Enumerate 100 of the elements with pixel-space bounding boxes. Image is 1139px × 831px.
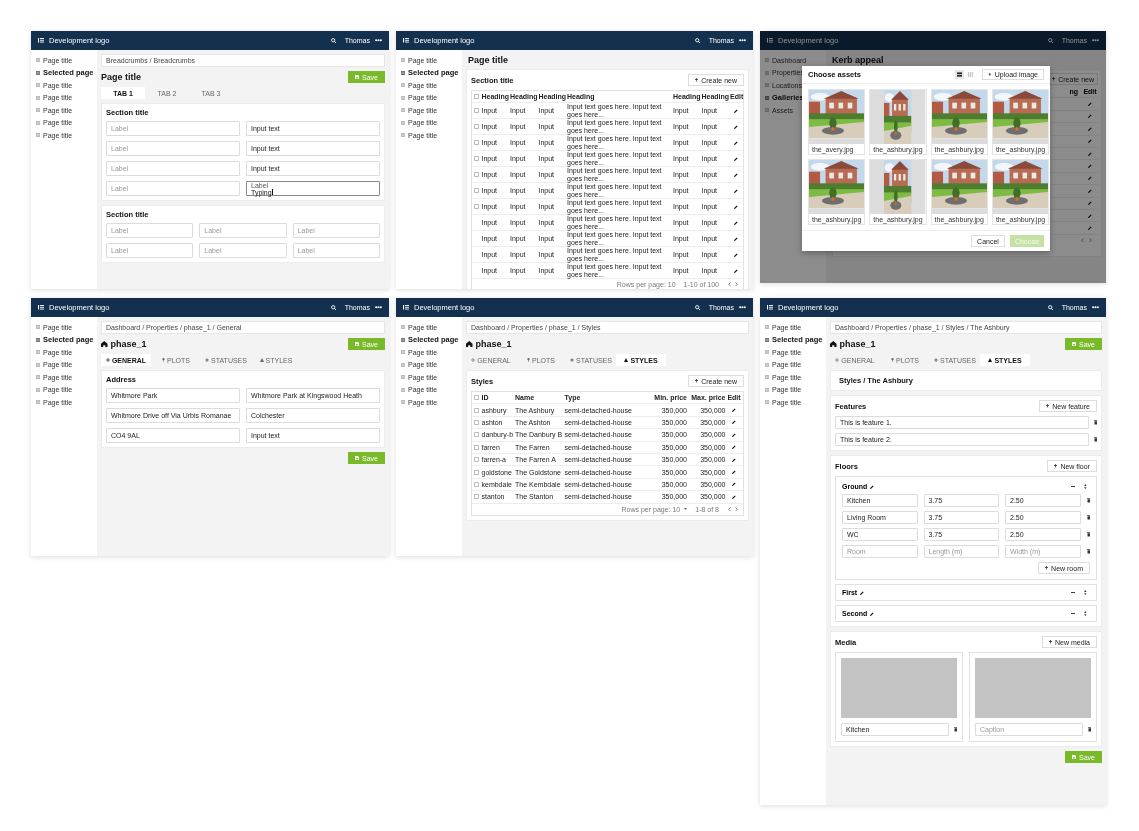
row-checkbox[interactable] [474,204,479,209]
pencil-icon[interactable] [1088,114,1092,119]
pencil-icon[interactable] [733,252,738,257]
trash-icon[interactable] [1087,727,1091,732]
pencil-icon[interactable] [1088,139,1092,144]
row-checkbox[interactable] [474,432,479,438]
pencil-icon[interactable] [1088,188,1092,193]
trash-icon[interactable] [1093,420,1097,425]
select-all-checkbox[interactable] [474,395,479,401]
pencil-icon[interactable] [733,124,738,129]
pencil-icon[interactable] [1088,102,1092,107]
search-icon[interactable] [695,37,701,44]
pencil-icon[interactable] [733,220,738,225]
more-icon[interactable] [375,39,382,42]
pencil-icon[interactable] [870,484,875,489]
row-checkbox[interactable] [474,156,479,161]
more-icon[interactable] [739,39,746,42]
pencil-icon[interactable] [732,457,736,462]
trash-icon[interactable] [1086,549,1090,554]
search-icon[interactable] [331,304,337,311]
trash-icon[interactable] [1086,532,1090,537]
pencil-icon[interactable] [733,108,738,113]
search-icon[interactable] [1048,304,1054,311]
menu-icon[interactable] [403,305,409,310]
pencil-icon[interactable] [732,445,736,450]
pencil-icon[interactable] [733,188,738,193]
row-checkbox[interactable] [474,188,479,193]
page-icon [765,337,769,342]
pencil-icon[interactable] [733,236,738,241]
more-icon[interactable] [1092,39,1099,42]
pencil-icon[interactable] [732,408,736,413]
chevron-right-icon[interactable] [735,282,738,287]
pencil-icon[interactable] [732,470,736,475]
row-checkbox[interactable] [474,108,479,113]
sort-icon[interactable] [1084,484,1087,489]
pencil-icon[interactable] [1088,151,1092,156]
page-icon [36,387,40,392]
pencil-icon[interactable] [733,140,738,145]
pencil-icon[interactable] [732,482,736,487]
search-icon[interactable] [1048,37,1054,44]
minus-icon[interactable] [1071,612,1076,615]
pencil-icon[interactable] [860,590,865,595]
more-icon[interactable] [1092,306,1099,309]
row-checkbox[interactable] [474,419,479,425]
menu-icon[interactable] [38,38,44,43]
pencil-icon[interactable] [1088,226,1092,230]
house-icon [830,340,837,348]
pencil-icon[interactable] [733,268,738,273]
select-all-checkbox[interactable] [474,94,479,99]
pencil-icon[interactable] [732,494,736,499]
page-title: Page title [468,55,508,65]
more-icon[interactable] [375,306,382,309]
trash-icon[interactable] [1086,515,1090,520]
menu-icon[interactable] [38,305,44,310]
menu-icon[interactable] [403,38,409,43]
page-icon [401,400,405,404]
minus-icon[interactable] [1071,485,1076,488]
pencil-icon[interactable] [1088,126,1092,131]
row-checkbox[interactable] [474,140,479,145]
row-checkbox[interactable] [474,481,479,487]
row-checkbox[interactable] [474,444,479,450]
page-icon [401,95,405,100]
row-checkbox[interactable] [474,494,479,500]
chevron-left-icon[interactable] [728,282,731,287]
pencil-icon[interactable] [1088,201,1092,206]
row-checkbox[interactable] [474,457,479,463]
trash-icon[interactable] [1086,498,1090,503]
search-icon[interactable] [331,37,337,44]
trash-icon[interactable] [1093,437,1097,442]
pencil-icon[interactable] [1088,213,1092,218]
row-checkbox[interactable] [474,172,479,177]
pencil-icon[interactable] [733,172,738,177]
row-checkbox[interactable] [474,407,479,413]
pencil-icon[interactable] [732,432,736,437]
page-title: phase_1 [110,339,147,349]
pencil-icon[interactable] [733,204,738,209]
menu-icon[interactable] [767,305,773,310]
pencil-icon[interactable] [733,156,738,161]
caret-icon[interactable] [684,508,688,510]
row-checkbox[interactable] [474,469,479,475]
row-checkbox[interactable] [474,124,479,129]
sort-icon[interactable] [1084,590,1087,595]
pencil-icon[interactable] [732,420,736,425]
page-icon [36,83,40,87]
list-view-button[interactable] [955,70,965,79]
more-icon[interactable] [739,306,746,309]
chevron-left-icon[interactable] [728,506,731,512]
sort-icon[interactable] [1084,611,1087,616]
menu-icon[interactable] [767,38,773,43]
chevron-right-icon[interactable] [735,506,738,512]
floppy-icon [355,456,359,460]
pencil-icon[interactable] [1088,176,1092,181]
minus-icon[interactable] [1071,591,1076,594]
search-icon[interactable] [695,304,701,311]
page-icon [401,70,405,75]
trash-icon[interactable] [953,727,957,732]
pencil-icon[interactable] [870,611,875,616]
page-icon [36,70,40,75]
page-icon [401,387,405,392]
pencil-icon[interactable] [1088,164,1092,169]
